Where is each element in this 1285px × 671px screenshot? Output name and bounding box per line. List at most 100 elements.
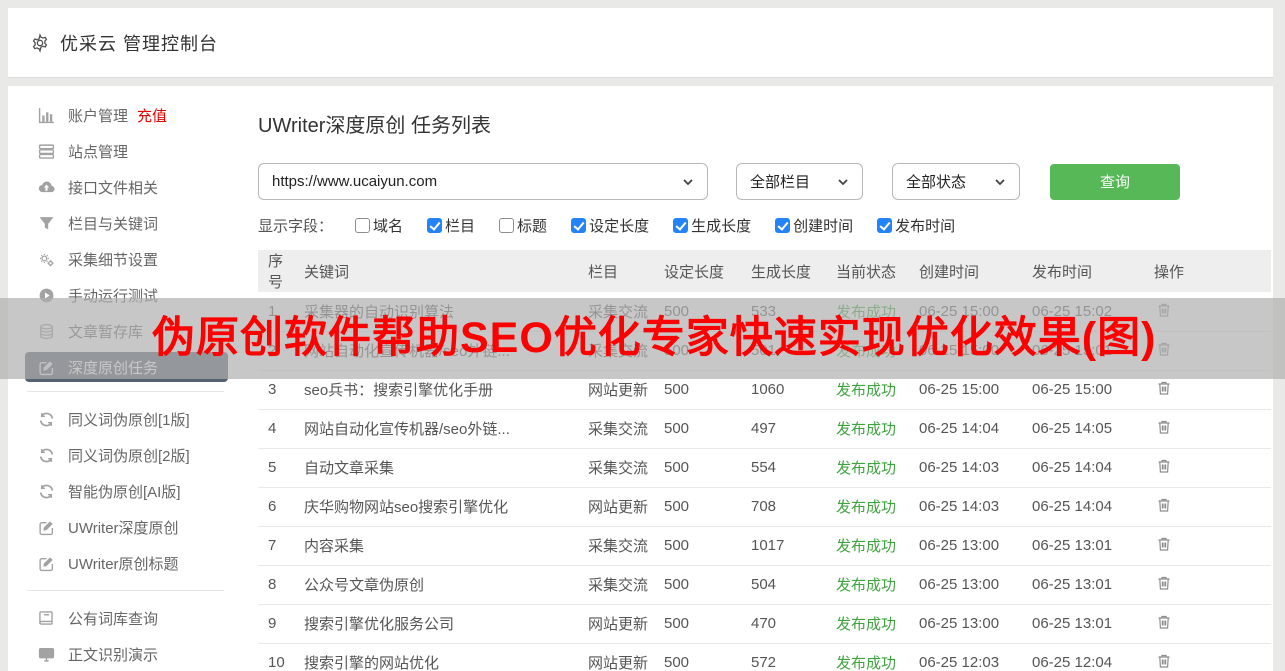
publish-time: 06-25 14:04 [1024,487,1146,527]
field-checkbox-label: 栏目 [445,218,476,235]
checkbox-checked-icon[interactable] [427,218,443,233]
publish-time: 06-25 12:04 [1024,643,1146,671]
sidebar-item[interactable]: UWriter原创标题 [25,545,228,581]
field-checkbox[interactable]: 生成长度 [673,215,751,236]
column: 网站更新 [580,604,656,644]
table-header-cell: 当前状态 [828,250,911,292]
trash-icon [1156,458,1172,474]
sidebar-item[interactable]: 同义词伪原创[2版] [25,437,228,473]
checkbox-checked-icon[interactable] [673,218,689,233]
recharge-badge[interactable]: 充值 [137,105,167,126]
status: 发布成功 [828,604,911,644]
delete-button[interactable] [1154,651,1174,671]
action-cell [1146,487,1271,527]
column-select[interactable]: 全部栏目 [736,163,863,200]
sidebar-item-label: 采集细节设置 [68,251,159,269]
column: 采集交流 [580,526,656,566]
sidebar-item[interactable]: 正文识别演示 [25,636,228,671]
column: 采集交流 [580,448,656,488]
column: 网站更新 [580,487,656,527]
delete-button[interactable] [1154,612,1174,635]
checkbox-unchecked-icon[interactable] [499,218,515,233]
sidebar-item-label: 同义词伪原创[1版] [68,411,190,429]
sidebar-item[interactable]: UWriter深度原创 [25,509,228,545]
watermark-band: 伪原创软件帮助SEO优化专家快速实现优化效果(图) [0,298,1285,379]
sidebar-item[interactable]: 智能伪原创[AI版] [25,473,228,509]
checkbox-checked-icon[interactable] [877,218,893,233]
sidebar-item[interactable]: 采集细节设置 [25,241,228,277]
action-cell [1146,643,1271,671]
site-select[interactable]: https://www.ucaiyun.com [258,163,708,200]
status: 发布成功 [828,487,911,527]
field-checkbox-label: 标题 [517,218,548,235]
checkbox-unchecked-icon[interactable] [355,218,371,233]
field-checkbox[interactable]: 设定长度 [571,215,649,236]
page: 优采云 管理控制台 账户管理 充值 站点管理 接口文件相关 栏目与关键词 采集细节设置 手动… [0,0,1285,671]
table-header-cell: 关键词 [296,250,580,292]
delete-button[interactable] [1154,378,1174,401]
sidebar-item-label: 智能伪原创[AI版] [68,483,181,501]
action-cell [1146,565,1271,605]
checkbox-checked-icon[interactable] [775,218,791,233]
create-time: 06-25 12:03 [911,643,1024,671]
keyword: 内容采集 [296,526,580,566]
delete-button[interactable] [1154,495,1174,518]
delete-button[interactable] [1154,534,1174,557]
gen-length: 554 [743,448,828,488]
delete-button[interactable] [1154,417,1174,440]
delete-button[interactable] [1154,456,1174,479]
field-checkbox[interactable]: 域名 [355,215,403,236]
table-row: 5 自动文章采集 采集交流 500 554 发布成功 06-25 14:03 06-25 14… [258,448,1271,488]
gen-length: 504 [743,565,828,605]
sidebar-item-label: 接口文件相关 [68,179,159,197]
sidebar-item[interactable]: 站点管理 [25,133,228,169]
row-index: 10 [258,643,296,671]
status-select-value: 全部状态 [906,174,967,191]
publish-time: 06-25 13:01 [1024,526,1146,566]
sidebar-item[interactable]: 接口文件相关 [25,169,228,205]
sidebar-item-label: UWriter深度原创 [68,519,179,537]
gears-icon [38,251,55,268]
search-button[interactable]: 查询 [1050,163,1180,200]
sidebar-item[interactable]: 同义词伪原创[1版] [25,401,228,437]
trash-icon [1156,497,1172,513]
trash-icon [1156,380,1172,396]
trash-icon [1156,536,1172,552]
field-checkbox[interactable]: 栏目 [427,215,475,236]
sidebar-divider [27,391,224,392]
keyword: 网站自动化宣传机器/seo外链... [296,409,580,449]
sidebar-item[interactable]: 账户管理 充值 [25,97,228,133]
create-time: 06-25 13:00 [911,565,1024,605]
top-header: 优采云 管理控制台 [8,8,1273,78]
book-icon [38,610,55,627]
set-length: 500 [656,565,743,605]
column-select-value: 全部栏目 [750,174,811,191]
sidebar-item-label: 站点管理 [68,143,129,161]
status-select[interactable]: 全部状态 [892,163,1020,200]
field-checkbox-label: 设定长度 [589,218,650,235]
cloud-upload-icon [38,179,55,196]
delete-button[interactable] [1154,573,1174,596]
keyword: 搜索引擎优化服务公司 [296,604,580,644]
checkbox-checked-icon[interactable] [571,218,587,233]
field-checkbox[interactable]: 标题 [499,215,547,236]
field-checkbox[interactable]: 创建时间 [775,215,853,236]
set-length: 500 [656,604,743,644]
display-fields-row: 显示字段： 域名 栏目 标题 设定长度 生成长度 创建时间 发布时间 [258,215,1273,236]
create-time: 06-25 14:04 [911,409,1024,449]
field-checkbox-list: 域名 栏目 标题 设定长度 生成长度 创建时间 发布时间 [355,215,979,236]
field-checkbox[interactable]: 发布时间 [877,215,955,236]
status: 发布成功 [828,448,911,488]
keyword: 公众号文章伪原创 [296,565,580,605]
set-length: 500 [656,487,743,527]
gen-length: 1017 [743,526,828,566]
watermark-text: 伪原创软件帮助SEO优化专家快速实现优化效果(图) [152,314,1157,362]
sidebar-item[interactable]: 公有词库查询 [25,600,228,636]
trash-icon [1156,653,1172,669]
create-time: 06-25 14:03 [911,487,1024,527]
app-title: 优采云 管理控制台 [60,33,219,54]
sidebar-item[interactable]: 栏目与关键词 [25,205,228,241]
set-length: 500 [656,448,743,488]
status: 发布成功 [828,526,911,566]
gen-length: 708 [743,487,828,527]
